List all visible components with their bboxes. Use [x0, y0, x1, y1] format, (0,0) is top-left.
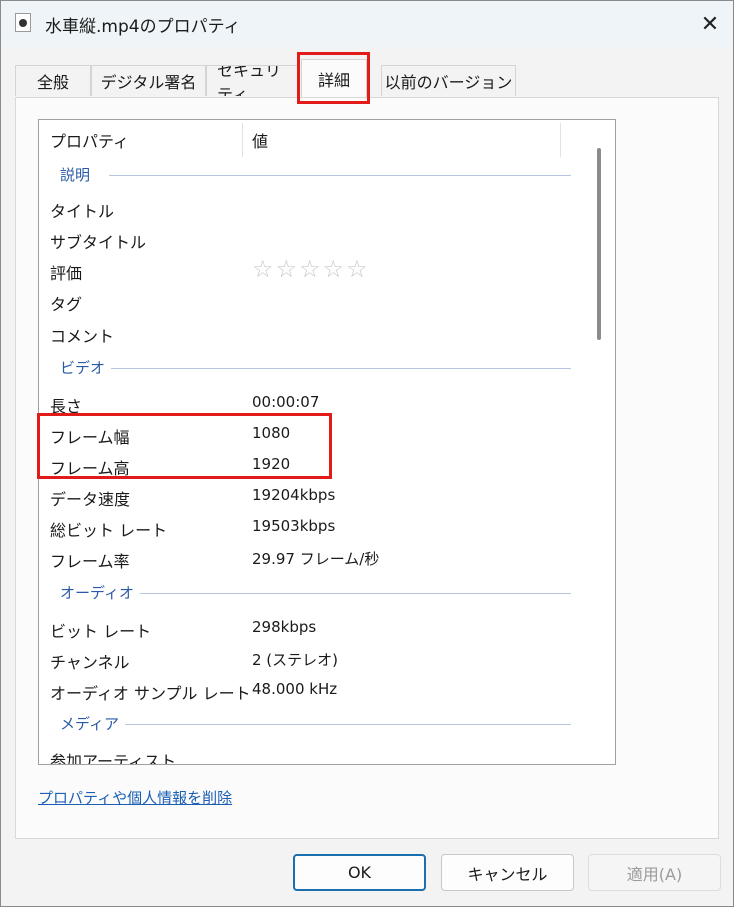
star-icon[interactable]: ☆ — [346, 257, 368, 281]
property-name: タイトル — [50, 202, 115, 221]
group-audio[interactable]: オーディオ — [39, 582, 579, 604]
group-label: 説明 — [60, 164, 97, 185]
property-value: 298kbps — [252, 618, 317, 636]
property-name: サブタイトル — [50, 233, 147, 252]
property-value: 2 (ステレオ) — [252, 651, 339, 669]
row-audio-bitrate[interactable]: ビット レート 298kbps — [39, 614, 579, 642]
row-subtitle[interactable]: サブタイトル — [39, 225, 579, 253]
remove-properties-link[interactable]: プロパティや個人情報を削除 — [38, 787, 232, 808]
column-header-value[interactable]: 値 — [252, 120, 268, 160]
row-tags[interactable]: タグ — [39, 287, 579, 315]
property-name: フレーム率 — [50, 552, 130, 571]
row-channels[interactable]: チャンネル 2 (ステレオ) — [39, 645, 579, 673]
rating-stars[interactable]: ☆ ☆ ☆ ☆ ☆ — [252, 257, 368, 281]
group-media[interactable]: メディア — [39, 713, 579, 735]
star-icon[interactable]: ☆ — [276, 257, 298, 281]
property-value: 19204kbps — [252, 486, 336, 504]
tab-digital-signature[interactable]: デジタル署名 — [91, 65, 206, 96]
property-name: オーディオ サンプル レート — [50, 684, 251, 703]
property-name: コメント — [50, 327, 115, 346]
row-contributing-artists[interactable]: 参加アーティスト — [39, 744, 579, 765]
star-icon[interactable]: ☆ — [323, 257, 345, 281]
row-title[interactable]: タイトル — [39, 194, 579, 222]
window-title: 水車縦.mp4のプロパティ — [45, 17, 241, 37]
property-value: 29.97 フレーム/秒 — [252, 550, 380, 568]
tab-previous-versions[interactable]: 以前のバージョン — [381, 65, 516, 96]
group-label: メディア — [60, 713, 125, 734]
group-video[interactable]: ビデオ — [39, 357, 579, 379]
column-divider[interactable] — [242, 123, 243, 157]
group-divider — [129, 593, 571, 594]
scrollbar-thumb[interactable] — [597, 148, 601, 340]
tab-security[interactable]: セキュリティ — [206, 65, 298, 96]
rows-highlight-box — [37, 413, 332, 479]
group-label: ビデオ — [60, 357, 112, 378]
column-divider[interactable] — [560, 123, 561, 157]
property-name: タグ — [50, 295, 83, 314]
star-icon[interactable]: ☆ — [252, 257, 274, 281]
tab-general[interactable]: 全般 — [15, 65, 91, 96]
group-divider — [119, 724, 571, 725]
row-data-rate[interactable]: データ速度 19204kbps — [39, 482, 579, 510]
group-divider — [109, 368, 571, 369]
apply-button[interactable]: 適用(A) — [588, 854, 721, 891]
property-name: データ速度 — [50, 490, 131, 509]
row-rating[interactable]: 評価 ☆ ☆ ☆ ☆ ☆ — [39, 256, 579, 284]
title-bar: 水車縦.mp4のプロパティ ✕ — [1, 1, 733, 47]
ok-button[interactable]: OK — [293, 854, 426, 891]
column-header-property[interactable]: プロパティ — [50, 120, 129, 160]
group-label: オーディオ — [60, 582, 140, 603]
row-comment[interactable]: コメント — [39, 319, 579, 347]
row-frame-rate[interactable]: フレーム率 29.97 フレーム/秒 — [39, 544, 579, 572]
property-name: 総ビット レート — [50, 521, 168, 540]
row-total-bitrate[interactable]: 総ビット レート 19503kbps — [39, 513, 579, 541]
video-file-icon — [15, 13, 31, 32]
property-value: 00:00:07 — [252, 393, 320, 411]
property-name: ビット レート — [50, 622, 152, 641]
property-value: 19503kbps — [252, 517, 336, 535]
property-value: 48.000 kHz — [252, 680, 338, 698]
cancel-button[interactable]: キャンセル — [441, 854, 574, 891]
group-divider — [109, 175, 571, 176]
tab-highlight-box — [297, 52, 370, 104]
property-name: 参加アーティスト — [50, 752, 177, 765]
property-name: チャンネル — [50, 653, 130, 672]
close-button[interactable]: ✕ — [687, 1, 733, 47]
property-name: 評価 — [50, 264, 83, 283]
row-sample-rate[interactable]: オーディオ サンプル レート 48.000 kHz — [39, 676, 579, 704]
star-icon[interactable]: ☆ — [299, 257, 321, 281]
group-description[interactable]: 説明 — [39, 164, 579, 186]
